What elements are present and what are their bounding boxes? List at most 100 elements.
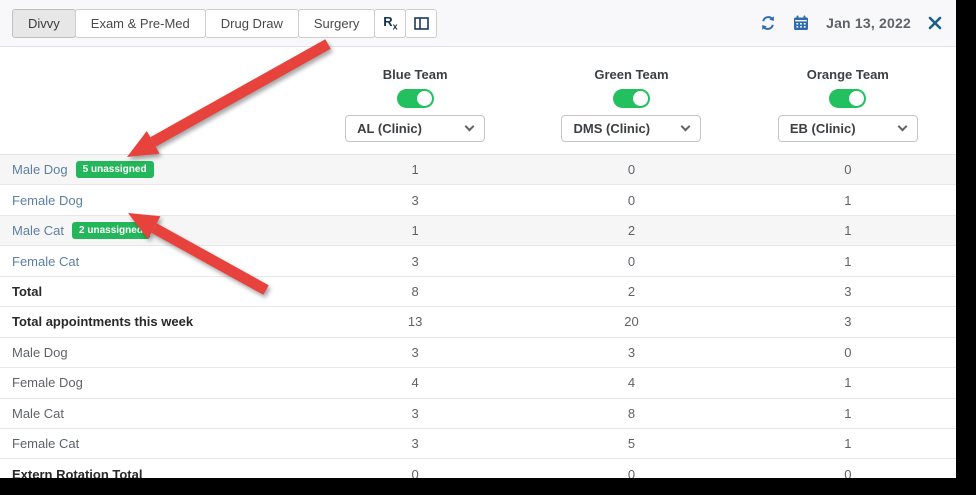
- cell-value: 3: [740, 284, 956, 299]
- cell-value: 3: [523, 345, 739, 360]
- rx-icon: Rx: [383, 15, 397, 32]
- table-row[interactable]: Total 823: [0, 277, 956, 307]
- row-label[interactable]: Male Dog: [12, 162, 68, 177]
- close-button[interactable]: [928, 16, 942, 30]
- table-body: Male Dog5 unassigned100Female Dog301Male…: [0, 155, 956, 490]
- close-icon: [928, 16, 942, 30]
- row-label: Female Cat: [12, 436, 79, 451]
- team-column-green: Green Team DMS (Clinic): [523, 67, 739, 142]
- cell-value: 3: [307, 406, 523, 421]
- row-label-cell: Male Cat 2 unassigned: [0, 222, 307, 239]
- row-label-cell: Male Dog: [0, 345, 307, 360]
- toggle-knob: [849, 91, 864, 106]
- cell-value: 8: [307, 284, 523, 299]
- cell-value: 0: [523, 193, 739, 208]
- team-name: Green Team: [594, 67, 668, 82]
- row-label-cell: Male Dog 5 unassigned: [0, 161, 307, 178]
- cell-value: 3: [307, 436, 523, 451]
- team-toggle-blue[interactable]: [397, 89, 434, 108]
- tab-divvy[interactable]: Divvy: [12, 9, 76, 38]
- team-name: Orange Team: [807, 67, 889, 82]
- row-label[interactable]: Male Cat: [12, 223, 64, 238]
- columns-icon: [414, 17, 429, 30]
- cell-value: 1: [740, 375, 956, 390]
- cell-value: 0: [740, 345, 956, 360]
- chevron-down-icon: [465, 122, 475, 132]
- selected-option: EB (Clinic): [790, 121, 856, 136]
- row-label: Female Dog: [12, 375, 83, 390]
- cell-value: 0: [740, 162, 956, 177]
- screenshot-border-right: [956, 0, 976, 495]
- cell-value: 3: [307, 254, 523, 269]
- table-row[interactable]: Female Dog441: [0, 368, 956, 398]
- rx-button[interactable]: Rx: [374, 9, 406, 38]
- table-row[interactable]: Female Cat 351: [0, 429, 956, 459]
- row-label: Total appointments this week: [12, 314, 193, 329]
- table-row[interactable]: Male Cat2 unassigned121: [0, 216, 956, 246]
- selected-option: DMS (Clinic): [573, 121, 650, 136]
- row-label-cell: Female Cat: [0, 436, 307, 451]
- team-column-blue: Blue Team AL (Clinic): [307, 67, 523, 142]
- selected-option: AL (Clinic): [357, 121, 422, 136]
- columns-button[interactable]: [405, 9, 437, 38]
- cell-value: 20: [523, 314, 739, 329]
- chevron-down-icon: [897, 122, 907, 132]
- team-name: Blue Team: [383, 67, 448, 82]
- row-label[interactable]: Female Cat: [12, 254, 79, 269]
- cell-value: 3: [307, 345, 523, 360]
- table-row[interactable]: Male Dog5 unassigned100: [0, 155, 956, 185]
- refresh-icon: [760, 15, 776, 31]
- tab-surgery[interactable]: Surgery: [298, 9, 376, 38]
- cell-value: 1: [740, 436, 956, 451]
- row-label-cell: Female Dog: [0, 193, 307, 208]
- toolbar: Divvy Exam & Pre-Med Drug Draw Surgery R…: [0, 0, 956, 47]
- calendar-button[interactable]: [793, 15, 809, 31]
- unassigned-badge: 5 unassigned: [76, 161, 154, 178]
- cell-value: 0: [523, 254, 739, 269]
- cell-value: 1: [740, 406, 956, 421]
- toggle-knob: [633, 91, 648, 106]
- chevron-down-icon: [681, 122, 691, 132]
- cell-value: 1: [307, 223, 523, 238]
- refresh-button[interactable]: [760, 15, 776, 31]
- row-label: Male Dog: [12, 345, 68, 360]
- team-select-orange[interactable]: EB (Clinic): [778, 115, 918, 142]
- tab-exam-pre-med[interactable]: Exam & Pre-Med: [75, 9, 206, 38]
- cell-value: 4: [523, 375, 739, 390]
- toolbar-right: Jan 13, 2022: [760, 15, 942, 31]
- row-label-cell: Total appointments this week: [0, 314, 307, 329]
- row-label-cell: Female Cat: [0, 254, 307, 269]
- app-window: Divvy Exam & Pre-Med Drug Draw Surgery R…: [0, 0, 976, 495]
- cell-value: 3: [740, 314, 956, 329]
- team-column-orange: Orange Team EB (Clinic): [740, 67, 956, 142]
- table-row[interactable]: Male Dog330: [0, 338, 956, 368]
- cell-value: 2: [523, 284, 739, 299]
- row-label: Male Cat: [12, 406, 64, 421]
- calendar-icon: [793, 15, 809, 31]
- toggle-knob: [417, 91, 432, 106]
- tab-group: Divvy Exam & Pre-Med Drug Draw Surgery R…: [12, 9, 437, 38]
- tab-drug-draw[interactable]: Drug Draw: [205, 9, 299, 38]
- table-row[interactable]: Female Cat 301: [0, 246, 956, 276]
- row-label-cell: Total: [0, 284, 307, 299]
- team-toggle-green[interactable]: [613, 89, 650, 108]
- unassigned-badge: 2 unassigned: [72, 222, 150, 239]
- row-label: Total: [12, 284, 42, 299]
- team-toggle-orange[interactable]: [829, 89, 866, 108]
- screenshot-border-bottom: [0, 478, 976, 495]
- divvy-table: Blue Team AL (Clinic) Green Team DMS (Cl…: [0, 47, 956, 490]
- cell-value: 0: [523, 162, 739, 177]
- cell-value: 1: [307, 162, 523, 177]
- row-label[interactable]: Female Dog: [12, 193, 83, 208]
- cell-value: 4: [307, 375, 523, 390]
- table-row[interactable]: Total appointments this week13203: [0, 307, 956, 337]
- cell-value: 5: [523, 436, 739, 451]
- table-header: Blue Team AL (Clinic) Green Team DMS (Cl…: [0, 47, 956, 155]
- cell-value: 2: [523, 223, 739, 238]
- team-select-green[interactable]: DMS (Clinic): [561, 115, 701, 142]
- team-select-blue[interactable]: AL (Clinic): [345, 115, 485, 142]
- table-row[interactable]: Male Cat381: [0, 399, 956, 429]
- cell-value: 1: [740, 254, 956, 269]
- cell-value: 3: [307, 193, 523, 208]
- table-row[interactable]: Female Dog301: [0, 185, 956, 215]
